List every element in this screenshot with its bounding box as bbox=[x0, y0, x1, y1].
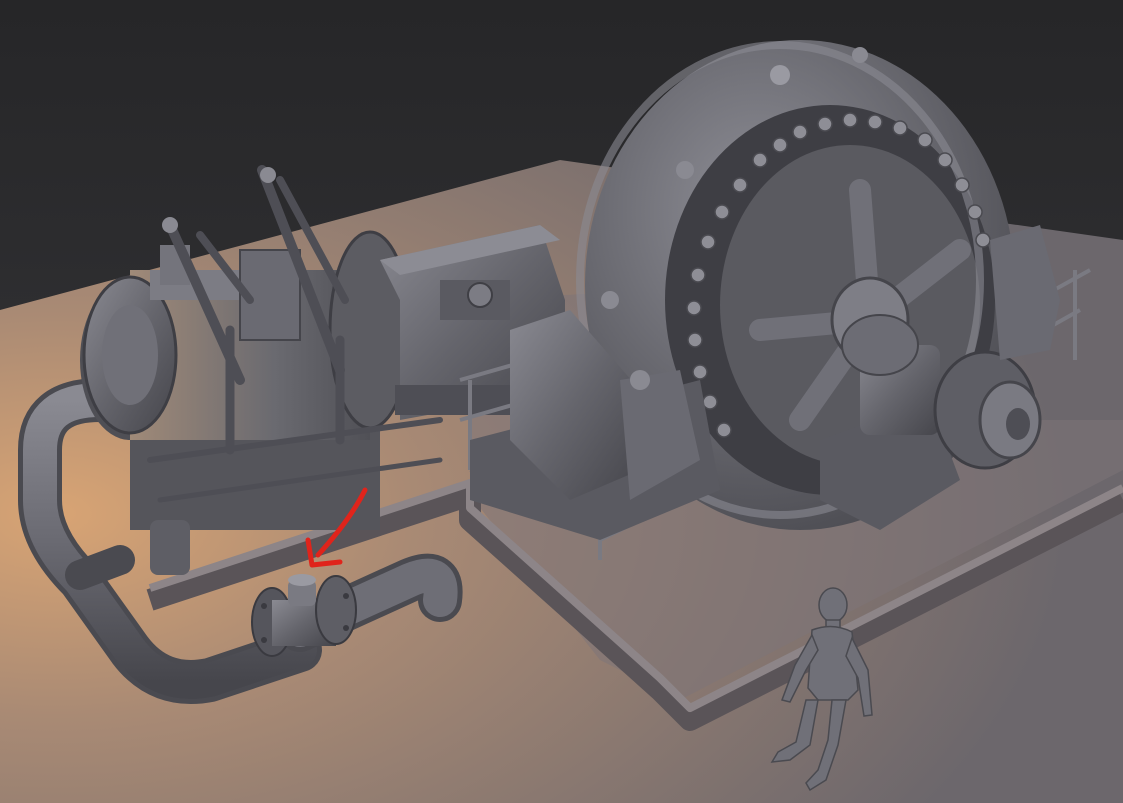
render-viewport bbox=[0, 0, 1123, 803]
